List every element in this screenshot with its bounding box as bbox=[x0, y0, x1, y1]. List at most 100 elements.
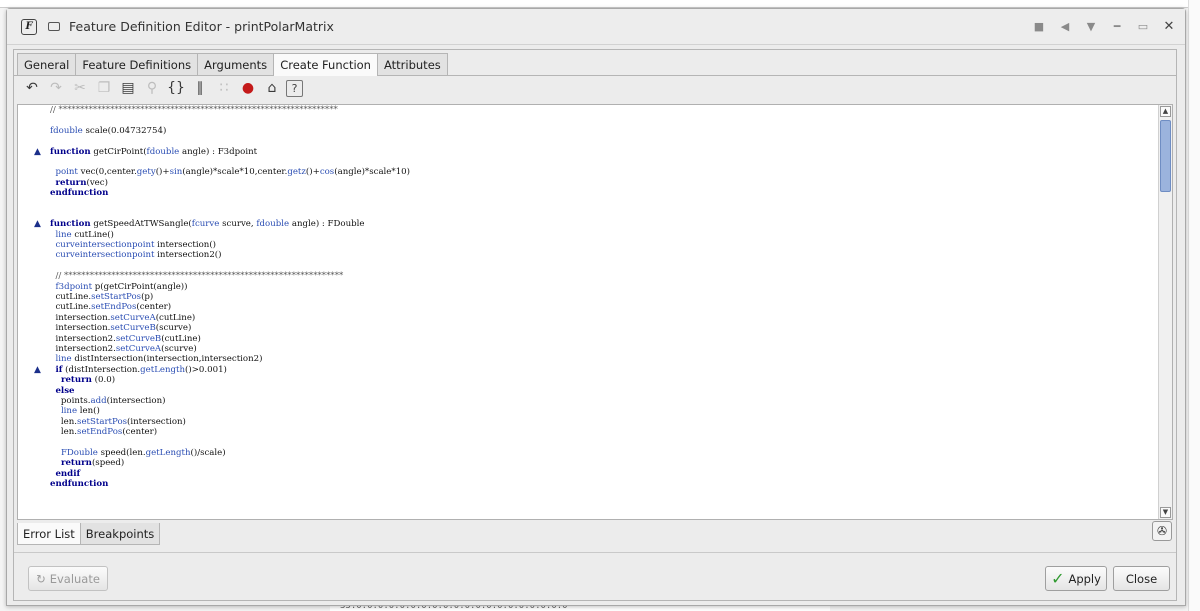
code-line[interactable]: fdouble scale(0.04732754) bbox=[18, 126, 1154, 136]
dropdown-icon[interactable]: ▼ bbox=[1085, 20, 1097, 33]
maximize-icon[interactable]: ▭ bbox=[1137, 20, 1149, 33]
code-line[interactable]: len.setEndPos(center) bbox=[18, 427, 1154, 437]
braces-icon[interactable]: {} bbox=[166, 78, 186, 98]
tab-arguments[interactable]: Arguments bbox=[197, 53, 275, 75]
code-line[interactable]: return (0.0) bbox=[18, 375, 1154, 385]
find-icon[interactable]: ⚲ bbox=[142, 78, 162, 98]
code-line[interactable]: else bbox=[18, 386, 1154, 396]
back-icon[interactable]: ◀ bbox=[1059, 20, 1071, 33]
code-text: return (0.0) bbox=[60, 375, 116, 386]
uncomment-icon[interactable]: ∷ bbox=[214, 78, 234, 98]
code-line[interactable]: ▲ function getSpeedAtTWSangle(fcurve scur… bbox=[18, 219, 1154, 229]
code-line[interactable]: intersection2.setCurveA(scurve) bbox=[18, 344, 1154, 354]
code-line[interactable] bbox=[18, 157, 1154, 167]
code-line[interactable]: endfunction bbox=[18, 479, 1154, 489]
code-line[interactable]: f3dpoint p(getCirPoint(angle)) bbox=[18, 282, 1154, 292]
comment-icon[interactable]: ∥ bbox=[190, 78, 210, 98]
code-text: function getCirPoint(fdouble angle) : F3… bbox=[50, 146, 258, 157]
code-line[interactable]: // *************************************… bbox=[18, 271, 1154, 281]
code-line[interactable]: endif bbox=[18, 469, 1154, 479]
code-line[interactable]: endfunction bbox=[18, 188, 1154, 198]
code-line[interactable] bbox=[18, 500, 1154, 510]
code-text: point vec(0,center.gety()+sin(angle)*sca… bbox=[55, 167, 410, 178]
apply-button[interactable]: ✓ Apply bbox=[1045, 566, 1107, 591]
code-line[interactable] bbox=[18, 136, 1154, 146]
code-text: FDouble speed(len.getLength()/scale) bbox=[60, 447, 226, 458]
clear-breakpoints-icon[interactable]: ⌂ bbox=[262, 78, 282, 98]
code-line[interactable]: points.add(intersection) bbox=[18, 396, 1154, 406]
stop-icon[interactable]: ■ bbox=[1033, 20, 1045, 33]
code-line[interactable]: intersection.setCurveA(cutLine) bbox=[18, 313, 1154, 323]
code-line[interactable]: curveintersectionpoint intersection2() bbox=[18, 250, 1154, 260]
minimize-icon[interactable]: ━ bbox=[1111, 20, 1123, 33]
code-line[interactable]: intersection2.setCurveB(cutLine) bbox=[18, 334, 1154, 344]
code-text: intersection.setCurveB(scurve) bbox=[50, 323, 192, 334]
code-line[interactable] bbox=[18, 115, 1154, 125]
feature-definition-editor-window: F Feature Definition Editor - printPolar… bbox=[6, 8, 1186, 606]
code-line[interactable] bbox=[18, 438, 1154, 448]
code-text: if (distIntersection.getLength()>0.001) bbox=[55, 364, 227, 375]
code-line[interactable]: cutLine.setStartPos(p) bbox=[18, 292, 1154, 302]
cut-icon[interactable]: ✂ bbox=[70, 78, 90, 98]
redo-icon[interactable]: ↷ bbox=[46, 78, 66, 98]
code-text: else bbox=[55, 385, 75, 396]
code-line[interactable]: line len() bbox=[18, 406, 1154, 416]
fold-marker-icon[interactable]: ▲ bbox=[34, 219, 42, 229]
code-text: line len() bbox=[60, 406, 100, 417]
evaluate-button[interactable]: ↻ Evaluate bbox=[28, 566, 108, 591]
code-line[interactable]: line distIntersection(intersection,inter… bbox=[18, 354, 1154, 364]
code-line[interactable]: point vec(0,center.gety()+sin(angle)*sca… bbox=[18, 167, 1154, 177]
tab-create-function[interactable]: Create Function bbox=[273, 53, 378, 76]
close-icon[interactable]: ✕ bbox=[1163, 19, 1175, 34]
paste-icon[interactable]: ▤ bbox=[118, 78, 138, 98]
code-line[interactable] bbox=[18, 261, 1154, 271]
app-icon: F bbox=[21, 18, 37, 35]
code-line[interactable]: FDouble speed(len.getLength()/scale) bbox=[18, 448, 1154, 458]
code-text: points.add(intersection) bbox=[50, 395, 166, 406]
code-text: line cutLine() bbox=[55, 229, 114, 240]
tab-general[interactable]: General bbox=[17, 53, 77, 75]
window-menu-icon[interactable] bbox=[48, 22, 60, 31]
fold-marker-icon[interactable]: ▲ bbox=[34, 147, 42, 157]
code-line[interactable] bbox=[18, 199, 1154, 209]
code-editor[interactable]: // *************************************… bbox=[17, 104, 1173, 520]
code-line[interactable]: line cutLine() bbox=[18, 230, 1154, 240]
code-line[interactable] bbox=[18, 489, 1154, 499]
add-breakpoint-icon[interactable]: ● bbox=[238, 78, 258, 98]
code-text: endfunction bbox=[50, 188, 109, 199]
help-icon[interactable]: ? bbox=[286, 79, 303, 97]
code-line[interactable]: // *************************************… bbox=[18, 105, 1154, 115]
scrollbar-thumb[interactable] bbox=[1160, 120, 1171, 192]
code-text: intersection2.setCurveB(cutLine) bbox=[50, 333, 201, 344]
code-line[interactable]: ▲ function getCirPoint(fdouble angle) : F… bbox=[18, 147, 1154, 157]
code-line[interactable] bbox=[18, 209, 1154, 219]
vertical-scrollbar[interactable]: ▲ ▼ bbox=[1158, 105, 1172, 519]
pin-icon[interactable]: ✇ bbox=[1152, 521, 1172, 541]
tab-feature-definitions[interactable]: Feature Definitions bbox=[75, 53, 199, 75]
code-text: // *************************************… bbox=[50, 105, 338, 115]
undo-icon[interactable]: ↶ bbox=[22, 78, 42, 98]
code-text: len.setStartPos(intersection) bbox=[50, 416, 186, 427]
code-text: curveintersectionpoint intersection2() bbox=[55, 250, 222, 261]
tab-attributes[interactable]: Attributes bbox=[376, 53, 448, 75]
tab-error-list[interactable]: Error List bbox=[17, 523, 81, 545]
fold-marker-icon[interactable]: ▲ bbox=[34, 365, 42, 375]
code-text: line distIntersection(intersection,inter… bbox=[55, 354, 263, 365]
code-text: endif bbox=[55, 468, 81, 479]
code-line[interactable]: len.setStartPos(intersection) bbox=[18, 417, 1154, 427]
button-row: ↻ Evaluate ✓ Apply Close bbox=[14, 552, 1176, 600]
code-line[interactable]: return(vec) bbox=[18, 178, 1154, 188]
code-line[interactable]: cutLine.setEndPos(center) bbox=[18, 302, 1154, 312]
code-text: return(vec) bbox=[55, 177, 108, 188]
code-line[interactable]: return(speed) bbox=[18, 458, 1154, 468]
code-area[interactable]: // *************************************… bbox=[18, 105, 1154, 510]
title-bar[interactable]: F Feature Definition Editor - printPolar… bbox=[7, 9, 1185, 45]
code-line[interactable]: intersection.setCurveB(scurve) bbox=[18, 323, 1154, 333]
scroll-up-icon[interactable]: ▲ bbox=[1160, 106, 1171, 117]
copy-icon[interactable]: ❐ bbox=[94, 78, 114, 98]
code-line[interactable]: ▲ if (distIntersection.getLength()>0.001… bbox=[18, 365, 1154, 375]
code-line[interactable]: curveintersectionpoint intersection() bbox=[18, 240, 1154, 250]
close-button[interactable]: Close bbox=[1113, 566, 1170, 591]
scroll-down-icon[interactable]: ▼ bbox=[1160, 507, 1171, 518]
tab-breakpoints[interactable]: Breakpoints bbox=[79, 523, 161, 545]
